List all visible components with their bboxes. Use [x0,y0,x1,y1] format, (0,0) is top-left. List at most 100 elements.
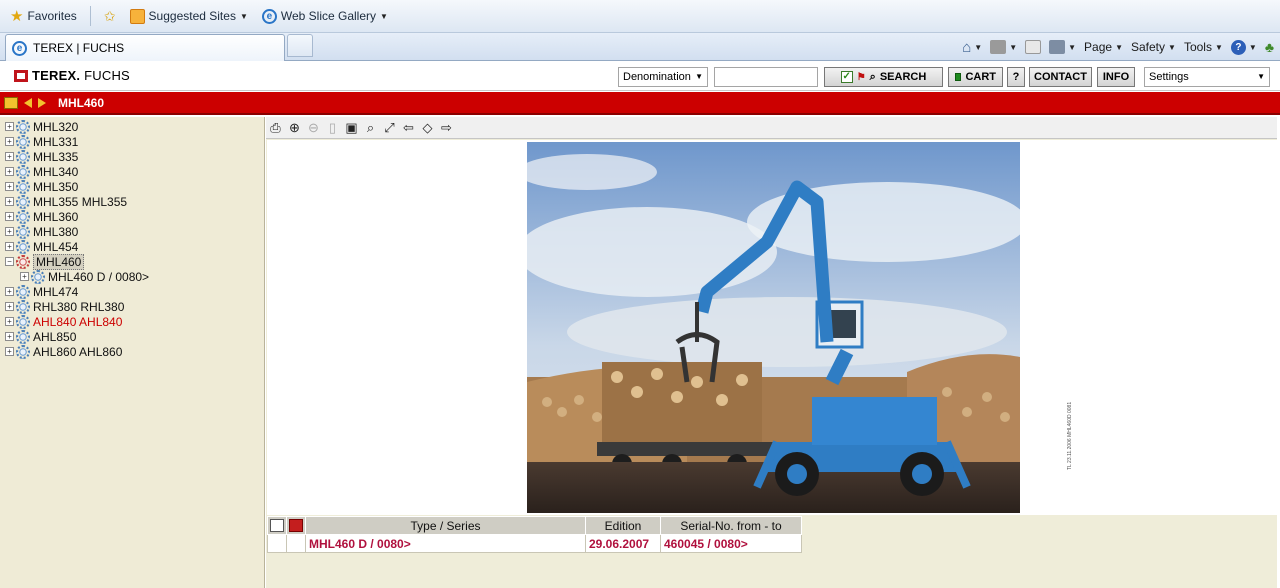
path-bar: MHL460 [0,92,1280,115]
info-button-label: INFO [1102,71,1130,83]
tree-item-mhl380[interactable]: + MHL380 [5,224,78,239]
expand-icon[interactable]: + [5,197,14,206]
new-tab-button[interactable] [287,34,313,57]
expand-icon[interactable]: + [20,272,29,281]
tree-item-mhl460-d-0080[interactable]: + MHL460 D / 0080> [20,269,149,284]
tree-item-rhl380[interactable]: + RHL380 RHL380 [5,299,124,314]
collapse-icon[interactable]: − [5,257,14,266]
type-series-cell[interactable]: MHL460 D / 0080> [305,534,586,553]
forward-arrow-icon[interactable] [38,97,46,108]
help-menu[interactable]: ? ▼ [1230,39,1257,55]
tree-item-mhl350[interactable]: + MHL350 [5,179,78,194]
settings-select[interactable]: Settings ▼ [1144,67,1270,87]
favorites-button[interactable]: ★ Favorites [6,5,81,27]
fit-page-icon[interactable]: ▣ [344,120,359,135]
safety-menu[interactable]: Safety ▼ [1131,40,1176,54]
gear-icon [16,254,30,269]
expand-icon[interactable]: + [5,122,14,131]
expand-icon[interactable]: + [5,302,14,311]
expand-icon[interactable]: + [5,182,14,191]
suggested-sites-icon [129,8,145,24]
search-field-select[interactable]: Denomination ▼ [618,67,708,87]
checkbox-icon: ✓ [840,71,853,83]
browser-tab[interactable]: e TEREX | FUCHS [5,34,285,61]
tools-menu-label: Tools [1183,40,1212,54]
page-menu-label: Page [1084,40,1113,54]
arrow-right-icon[interactable]: ⇨ [439,120,454,135]
folder-up-icon[interactable] [4,96,18,109]
diamond-icon[interactable]: ◇ [420,120,435,135]
tree-item-label: AHL860 AHL860 [33,344,123,359]
gear-icon [16,299,30,314]
expand-icon[interactable]: + [5,227,14,236]
image-toolbar: ⎙ ⊕ ⊖ ▯ ▣ ⌕ ⤢ ⇦ ◇ ⇨ [266,117,1277,139]
feeds-button[interactable]: ▼ [990,40,1017,54]
home-icon: ⌂ [962,38,972,56]
search-button-label: SEARCH [879,71,927,83]
contact-button[interactable]: CONTACT [1029,67,1092,87]
expand-icon[interactable]: + [5,137,14,146]
expand-icon[interactable]: + [5,317,14,326]
chevron-down-icon: ▼ [1214,42,1223,52]
tree-item-ahl840[interactable]: + AHL840 AHL840 [5,314,122,329]
zoom-out-icon[interactable]: ⊖ [306,120,321,135]
tree-item-mhl320[interactable]: + MHL320 [5,119,78,134]
rss-feed-icon [990,40,1007,54]
page-menu[interactable]: Page ▼ [1084,40,1123,54]
tree-item-label: MHL340 [33,164,79,179]
suggested-sites-button[interactable]: Suggested Sites ▼ [126,5,252,27]
web-slice-gallery-button[interactable]: e Web Slice Gallery ▼ [258,5,392,27]
cart-button[interactable]: CART [948,67,1003,87]
print-button[interactable]: ▼ [1049,40,1076,54]
expand-icon[interactable]: + [5,167,14,176]
home-button[interactable]: ⌂ ▼ [962,39,982,56]
tree-item-mhl460[interactable]: − MHL460 [5,253,85,270]
tools-menu[interactable]: Tools ▼ [1184,40,1223,54]
page-icon[interactable]: ▯ [325,120,340,135]
magnifier-icon[interactable]: ⌕ [363,120,378,135]
back-arrow-icon[interactable] [24,97,32,108]
settings-select-value: Settings [1149,71,1189,83]
row-cart-cell[interactable] [267,534,287,553]
tree-item-label: AHL850 [33,329,77,344]
tree-item-ahl850[interactable]: + AHL850 [5,329,76,344]
help-button[interactable]: ? [1007,67,1025,87]
gear-icon [16,164,30,179]
expand-icon[interactable]: + [5,347,14,356]
tree-item-mhl474[interactable]: + MHL474 [5,284,78,299]
research-button[interactable]: ♣ [1265,39,1274,55]
tree-item-mhl454[interactable]: + MHL454 [5,239,78,254]
app-header: TEREX. FUCHS Denomination ▼ ✓ ⚑ ⌕ SEARCH… [0,62,1280,91]
info-button[interactable]: INFO [1097,67,1135,87]
read-mail-button[interactable] [1025,40,1042,54]
content-panel: ⎙ ⊕ ⊖ ▯ ▣ ⌕ ⤢ ⇦ ◇ ⇨ TL 23.11.2006 MHL460… [266,117,1277,588]
tree-item-mhl360[interactable]: + MHL360 [5,209,78,224]
machine-photo [527,142,1020,513]
expand-icon[interactable]: + [5,332,14,341]
tree-item-mhl331[interactable]: + MHL331 [5,134,78,149]
table-row[interactable]: MHL460 D / 0080> 29.06.2007 460045 / 008… [267,534,802,553]
zoom-in-icon[interactable]: ⊕ [287,120,302,135]
chevron-down-icon: ▼ [1257,72,1265,81]
expand-icon[interactable]: + [5,212,14,221]
search-field-select-value: Denomination [623,71,691,83]
arrow-left-icon[interactable]: ⇦ [401,120,416,135]
tree-item-mhl355[interactable]: + MHL355 MHL355 [5,194,127,209]
type-series-header: Type / Series [305,516,586,535]
tree-item-mhl335[interactable]: + MHL335 [5,149,78,164]
row-pdf-cell[interactable] [286,534,306,553]
expand-icon[interactable]: + [5,242,14,251]
search-button[interactable]: ✓ ⚑ ⌕ SEARCH [824,67,943,87]
tab-title: TEREX | FUCHS [33,41,125,55]
search-input[interactable] [714,67,818,87]
tree-item-ahl860[interactable]: + AHL860 AHL860 [5,344,122,359]
tree-item-mhl340[interactable]: + MHL340 [5,164,78,179]
magnifier-icon: ⌕ [869,70,876,83]
gear-icon [16,134,30,149]
print-icon[interactable]: ⎙ [268,120,283,135]
expand-icon[interactable]: + [5,287,14,296]
gear-icon [31,269,45,284]
expand-icon[interactable]: + [5,152,14,161]
fullscreen-icon[interactable]: ⤢ [382,120,397,135]
add-favorite-button[interactable]: ✩ [100,5,120,27]
